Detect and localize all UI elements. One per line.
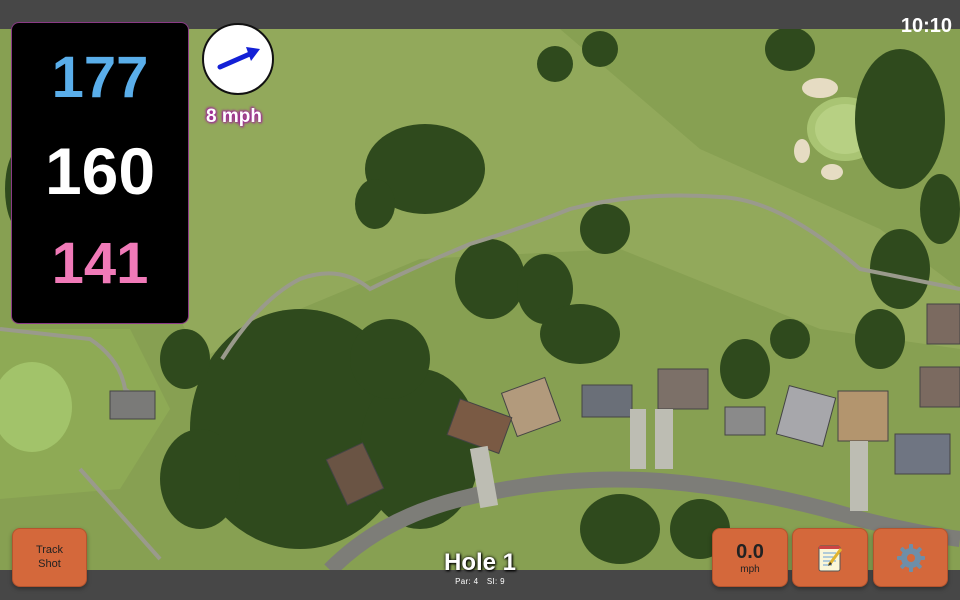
notepad-icon [818,545,843,571]
hole-par: Par: 4 [455,577,479,586]
distance-middle: 160 [44,133,156,208]
hole-title: Hole 1 [443,549,517,576]
distance-back: 177 [51,44,149,110]
hole-stroke-index: SI: 9 [486,577,505,586]
track-shot-label-line2: Shot [38,557,61,570]
track-shot-button[interactable]: Track Shot [12,528,87,587]
distance-panel: 177 160 141 [11,22,189,324]
hole-info: Par: 4 SI: 9 [380,577,580,586]
wind-speed-label: 8 mph [206,106,262,127]
notes-button[interactable] [792,528,868,587]
track-shot-label-line1: Track [35,543,64,556]
settings-button[interactable] [873,528,948,587]
speed-value: 0.0 [736,540,764,563]
gear-icon [896,543,925,572]
wind-direction-indicator[interactable] [202,23,274,95]
clock: 10:10 [900,15,952,37]
wind-arrow-icon [217,47,260,70]
speed-unit: mph [740,563,760,575]
distance-front: 141 [51,231,149,297]
speed-button[interactable]: 0.0 mph [712,528,788,587]
